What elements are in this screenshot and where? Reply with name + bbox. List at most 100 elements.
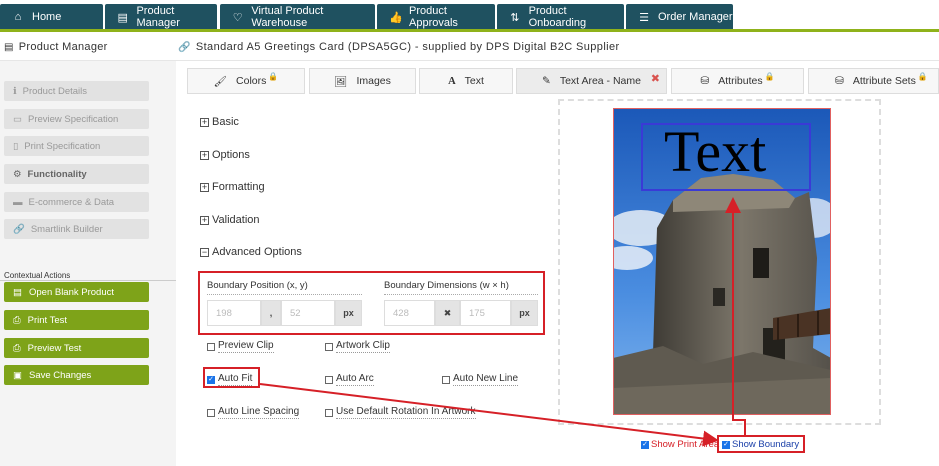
use-default-rotation-checkbox[interactable]: Use Default Rotation In Artwork: [325, 406, 476, 419]
nav-tab-label: Product Onboarding: [528, 5, 587, 29]
checkbox-box[interactable]: [207, 408, 215, 417]
close-icon[interactable]: ✖: [651, 72, 660, 85]
accordion-options[interactable]: + Options: [200, 149, 250, 161]
print-icon: ⎙: [13, 342, 21, 354]
checkbox-label: Show Print Area: [651, 439, 720, 450]
checkbox-box[interactable]: ✓: [722, 440, 730, 449]
checkbox-label: Auto Line Spacing: [218, 406, 300, 419]
auto-new-line-checkbox[interactable]: Auto New Line: [442, 373, 519, 386]
tab-label: Attribute Sets: [852, 75, 916, 87]
boundary-width-input[interactable]: 428: [384, 300, 435, 326]
boundary-dimensions-label: Boundary Dimensions (w × h): [384, 280, 509, 291]
nav-tab-product-onboarding[interactable]: ⇅ Product Onboarding: [497, 4, 624, 30]
checkbox-box[interactable]: [325, 408, 333, 417]
open-blank-product-button[interactable]: ▤ Open Blank Product: [4, 282, 149, 302]
nav-tab-label: Product Manager: [136, 5, 180, 29]
tab-images[interactable]: 🖼 Images: [309, 68, 416, 94]
sidebar-item-product-details[interactable]: ℹ Product Details: [4, 81, 149, 101]
nav-tab-label: Virtual Product Warehouse: [251, 5, 324, 29]
boundary-x-input[interactable]: 198: [207, 300, 261, 326]
times-icon: ✖: [435, 300, 460, 326]
nav-tab-product-approvals[interactable]: 👍 Product Approvals: [377, 4, 495, 30]
accordion-advanced-options[interactable]: − Advanced Options: [200, 246, 302, 258]
print-icon: ⎙: [13, 314, 21, 326]
checkbox-box[interactable]: ✓: [207, 375, 215, 384]
nav-tab-label: Product Approvals: [409, 5, 458, 29]
product-title: 🔗 Standard A5 Greetings Card (DPSA5GC) -…: [178, 41, 620, 53]
monitor-icon: ▭: [13, 113, 22, 125]
accordion-formatting[interactable]: + Formatting: [200, 181, 265, 193]
sidebar-item-label: Preview Specification: [27, 113, 119, 125]
database-icon: ⛁: [835, 75, 844, 87]
gears-icon: ⚙: [13, 168, 22, 180]
save-icon: ▣: [13, 369, 22, 381]
expand-icon: +: [200, 214, 209, 225]
auto-line-spacing-checkbox[interactable]: Auto Line Spacing: [207, 406, 300, 419]
heart-icon: ♡: [232, 11, 243, 24]
sidebar-item-functionality[interactable]: ⚙ Functionality: [4, 164, 149, 184]
lock-icon: 🔒: [268, 71, 279, 81]
tab-attribute-sets[interactable]: ⛁ Attribute Sets 🔒: [808, 68, 939, 94]
preview-test-button[interactable]: ⎙ Preview Test: [4, 338, 149, 358]
auto-fit-checkbox[interactable]: ✓ Auto Fit: [207, 373, 253, 386]
accordion-label: Options: [212, 149, 250, 161]
section-title: ▤ Product Manager: [4, 41, 108, 53]
checkbox-box[interactable]: [325, 375, 333, 384]
checkbox-box[interactable]: [325, 342, 333, 351]
sidebar-item-label: Product Details: [22, 85, 88, 97]
save-changes-button[interactable]: ▣ Save Changes: [4, 365, 149, 385]
accordion-validation[interactable]: + Validation: [200, 214, 260, 226]
font-icon: A: [448, 75, 456, 87]
sidebar-item-label: Smartlink Builder: [30, 223, 103, 235]
nav-tab-virtual-product-warehouse[interactable]: ♡ Virtual Product Warehouse: [220, 4, 375, 30]
sidebar-item-preview-specification[interactable]: ▭ Preview Specification: [4, 109, 149, 129]
show-boundary-checkbox[interactable]: ✓ Show Boundary: [722, 439, 799, 450]
nav-tab-product-manager[interactable]: ▤ Product Manager: [105, 4, 217, 30]
section-title-text: Product Manager: [18, 41, 108, 53]
card-icon: ▬: [13, 196, 23, 208]
accordion-basic[interactable]: + Basic: [200, 116, 239, 128]
accordion-label: Formatting: [212, 181, 265, 193]
link-icon: 🔗: [178, 41, 191, 53]
artwork-clip-checkbox[interactable]: Artwork Clip: [325, 340, 390, 353]
checkbox-label: Show Boundary: [732, 439, 800, 450]
button-label: Preview Test: [27, 342, 82, 354]
sidebar-item-ecommerce-data[interactable]: ▬ E-commerce & Data: [4, 192, 149, 212]
sidebar-item-print-specification[interactable]: ▯ Print Specification: [4, 136, 149, 156]
divider: [384, 294, 538, 295]
boundary-height-input[interactable]: 175: [460, 300, 511, 326]
nav-tab-order-manager[interactable]: ☰ Order Manager: [626, 4, 733, 30]
nav-tab-label: Home: [32, 11, 62, 23]
checkbox-box[interactable]: [207, 342, 215, 351]
checkbox-label: Auto Fit: [218, 373, 253, 386]
tab-label: Text Area - Name: [559, 75, 641, 87]
expand-icon: +: [200, 181, 209, 192]
checkbox-box[interactable]: [442, 375, 450, 384]
tab-text[interactable]: A Text: [419, 68, 513, 94]
print-test-button[interactable]: ⎙ Print Test: [4, 310, 149, 330]
sidebar-item-label: E-commerce & Data: [28, 196, 115, 208]
thumbs-up-icon: 👍: [389, 11, 403, 24]
contextual-actions-divider: [0, 280, 176, 281]
tab-colors[interactable]: 🖌 Colors 🔒: [187, 68, 305, 94]
document-icon: ▤: [4, 41, 14, 53]
preview-text: Text: [664, 119, 767, 184]
tab-attributes[interactable]: ⛁ Attributes 🔒: [671, 68, 804, 94]
checkbox-box[interactable]: ✓: [641, 440, 649, 449]
image-icon: 🖼: [334, 75, 348, 88]
tab-text-area-name[interactable]: ✎ Text Area - Name ✖: [516, 68, 667, 94]
show-print-area-checkbox[interactable]: ✓ Show Print Area: [641, 439, 719, 450]
top-navigation: ⌂ Home ▤ Product Manager ♡ Virtual Produ…: [0, 0, 939, 32]
auto-arc-checkbox[interactable]: Auto Arc: [325, 373, 374, 386]
button-label: Save Changes: [28, 369, 92, 381]
database-icon: ⛁: [700, 75, 710, 87]
tab-label: Images: [356, 75, 391, 87]
accordion-label: Basic: [212, 116, 239, 128]
sidebar-item-smartlink-builder[interactable]: 🔗 Smartlink Builder: [4, 219, 149, 239]
preview-clip-checkbox[interactable]: Preview Clip: [207, 340, 274, 353]
button-label: Open Blank Product: [28, 286, 115, 298]
boundary-y-input[interactable]: 52: [281, 300, 335, 326]
nav-tab-home[interactable]: ⌂ Home: [0, 4, 103, 30]
home-icon: ⌂: [14, 11, 22, 23]
sync-icon: ⇅: [510, 11, 520, 24]
